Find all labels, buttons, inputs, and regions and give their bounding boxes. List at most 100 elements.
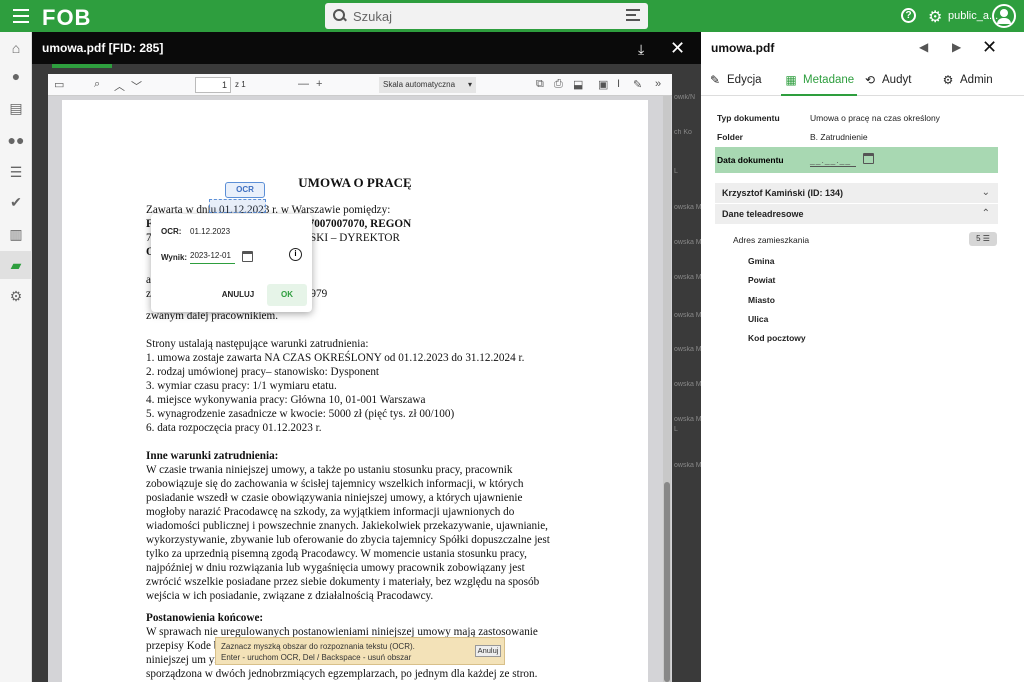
scrollbar-thumb[interactable] — [664, 482, 670, 682]
left-nav: ⌂ ● ▤ ●● ☰ ✔ ▥ ▰ ⚙ — [0, 32, 32, 682]
section-title: Krzysztof Kamiński (ID: 134) — [722, 188, 844, 198]
bg-list-item: owska M — [674, 239, 701, 246]
menu-icon[interactable] — [13, 9, 29, 23]
prev-arrow-icon[interactable]: ◀ — [919, 40, 928, 54]
meta-value[interactable]: Umowa o pracę na czas określony — [810, 113, 940, 123]
zoom-in-icon[interactable]: + — [316, 78, 322, 90]
chevron-down-icon[interactable]: ⌄ — [982, 183, 990, 203]
page-count: z 1 — [235, 80, 246, 89]
document-icon[interactable]: ▤ — [0, 94, 32, 122]
address-count-badge[interactable]: 5 ☰ — [969, 232, 997, 246]
address-field: Kod pocztowy — [748, 333, 806, 343]
tab-metadane[interactable]: ▦ Metadane — [785, 74, 854, 86]
doc-line: 5. wynagrodzenie zasadnicze w kwocie: 50… — [146, 408, 455, 420]
doc-line: 4. miejsce wykonywania pracy: Główna 10,… — [146, 394, 426, 406]
info-icon[interactable]: i — [289, 248, 302, 261]
tab-edycja[interactable]: ✎ Edycja — [709, 74, 762, 86]
toast-cancel-button[interactable]: Anuluj — [475, 645, 501, 657]
section-person[interactable]: Krzysztof Kamiński (ID: 134) ⌄ — [715, 183, 998, 203]
section-contact[interactable]: Dane teleadresowe ⌃ — [715, 204, 998, 224]
search-placeholder: Szukaj — [353, 8, 393, 24]
find-icon[interactable]: ⌕ — [94, 78, 100, 91]
settings-gear-icon[interactable]: ⚙ — [928, 7, 942, 27]
print-icon[interactable]: ⎙ — [554, 78, 563, 91]
ocr-badge[interactable]: OCR — [225, 182, 265, 198]
user-name[interactable]: public_a... — [948, 10, 998, 22]
filter-icon[interactable] — [626, 9, 640, 23]
draw-icon[interactable]: ✎ — [633, 78, 642, 91]
bg-list-item: owska M — [674, 346, 701, 353]
bg-list-item: owska M — [674, 381, 701, 388]
doc-line: 2. rodzaj umówionej pracy– stanowisko: D… — [146, 366, 380, 378]
bg-list-item: L — [674, 426, 678, 433]
pencil-icon: ✎ — [709, 73, 721, 87]
result-label: Wynik: — [161, 253, 188, 262]
doc-line: zobowiązuje się do zachowania w ścisłej … — [146, 478, 524, 490]
ocr-selection-area[interactable] — [209, 199, 266, 213]
table-icon: ▦ — [785, 73, 797, 87]
active-tab-underline — [781, 94, 857, 96]
ocr-hint-toast: Zaznacz myszką obszar do rozpoznania tek… — [215, 637, 505, 665]
save-icon[interactable]: ⬓ — [573, 78, 583, 91]
ocr-badge-label: OCR — [236, 185, 254, 194]
close-panel-icon[interactable]: ✕ — [982, 37, 997, 58]
tab-admin[interactable]: ⚙ Admin — [942, 74, 993, 86]
bg-list-item: owska M — [674, 462, 701, 469]
calendar-icon[interactable] — [863, 153, 874, 164]
list-icon[interactable]: ☰ — [0, 158, 32, 186]
open-icon[interactable]: ⧉ — [536, 78, 544, 91]
download-icon[interactable]: ⤓ — [638, 41, 644, 58]
doc-heading: Inne warunki zatrudnienia: — [146, 450, 279, 462]
person-icon[interactable]: ● — [0, 62, 32, 90]
zoom-out-icon[interactable]: — — [298, 78, 309, 90]
home-icon[interactable]: ⌂ — [0, 34, 32, 62]
pdf-scrollbar[interactable] — [663, 96, 671, 682]
ok-button[interactable]: OK — [267, 284, 307, 306]
pdf-page[interactable]: UMOWA O PRACĘ Zawarta w dniu 01.12.2023 … — [62, 100, 648, 682]
avatar[interactable] — [992, 4, 1016, 28]
address-label: Adres zamieszkania — [733, 235, 810, 245]
app-logo[interactable]: FOB — [42, 5, 91, 31]
close-icon[interactable]: ✕ — [670, 38, 685, 59]
image-icon[interactable]: ▣ — [598, 78, 608, 91]
bg-list-item: owska M — [674, 204, 701, 211]
search-input[interactable]: Szukaj — [325, 3, 648, 29]
pdf-area[interactable]: UMOWA O PRACĘ Zawarta w dniu 01.12.2023 … — [48, 96, 672, 682]
search-icon — [333, 9, 347, 23]
more-tools-icon[interactable]: » — [655, 78, 661, 90]
next-arrow-icon[interactable]: ▶ — [952, 40, 961, 54]
doc-line: W czasie trwania niniejszej umowy, a tak… — [146, 464, 513, 476]
scale-select[interactable]: Skala automatyczna — [379, 77, 476, 93]
admin-settings-icon[interactable]: ⚙ — [0, 282, 32, 310]
cancel-button[interactable]: ANULUJ — [214, 284, 262, 306]
doc-line: wykorzystywanie, zbywanie lub oferowanie… — [146, 534, 550, 546]
help-icon[interactable]: ? — [901, 8, 916, 23]
text-cursor-icon[interactable]: I — [617, 78, 620, 90]
doc-title: UMOWA O PRACĘ — [298, 175, 412, 190]
date-input[interactable]: __.__.__ — [810, 155, 856, 167]
active-indicator — [52, 64, 112, 68]
doc-line: sporządzona w dwóch jednobrzmiących egze… — [146, 668, 538, 680]
tab-label: Edycja — [727, 74, 762, 86]
doc-line: 3. wymiar czasu pracy: 1/1 wymiaru etatu… — [146, 380, 337, 392]
file-icon[interactable]: ▥ — [0, 220, 32, 248]
chevron-up-icon[interactable]: ⌃ — [982, 204, 990, 224]
tab-label: Admin — [960, 74, 993, 86]
next-page-icon[interactable]: ﹀ — [131, 78, 142, 94]
viewer-title: umowa.pdf [FID: 285] — [42, 41, 164, 55]
meta-value[interactable]: B. Zatrudnienie — [810, 132, 868, 142]
prev-page-icon[interactable]: ︿ — [114, 78, 125, 94]
address-field: Powiat — [748, 275, 776, 285]
result-input[interactable]: 2023-12-01 — [190, 251, 235, 264]
check-circle-icon[interactable]: ✔ — [0, 188, 32, 216]
metadata-panel: umowa.pdf ◀ ▶ ✕ ✎ Edycja ▦ Metadane ⟲ Audyt… — [701, 32, 1024, 682]
bg-list-item: L — [674, 168, 678, 175]
tab-audyt[interactable]: ⟲ Audyt — [864, 74, 911, 86]
folder-open-icon[interactable]: ▰ — [0, 251, 32, 279]
people-icon[interactable]: ●● — [0, 126, 32, 154]
page-number-input[interactable]: 1 — [195, 77, 231, 93]
panel-tabs: ✎ Edycja ▦ Metadane ⟲ Audyt ⚙ Admin — [701, 64, 1024, 96]
sidebar-toggle-icon[interactable]: ▭ — [54, 78, 64, 91]
toast-line: Zaznacz myszką obszar do rozpoznania tek… — [221, 642, 415, 651]
calendar-icon[interactable] — [242, 251, 253, 262]
